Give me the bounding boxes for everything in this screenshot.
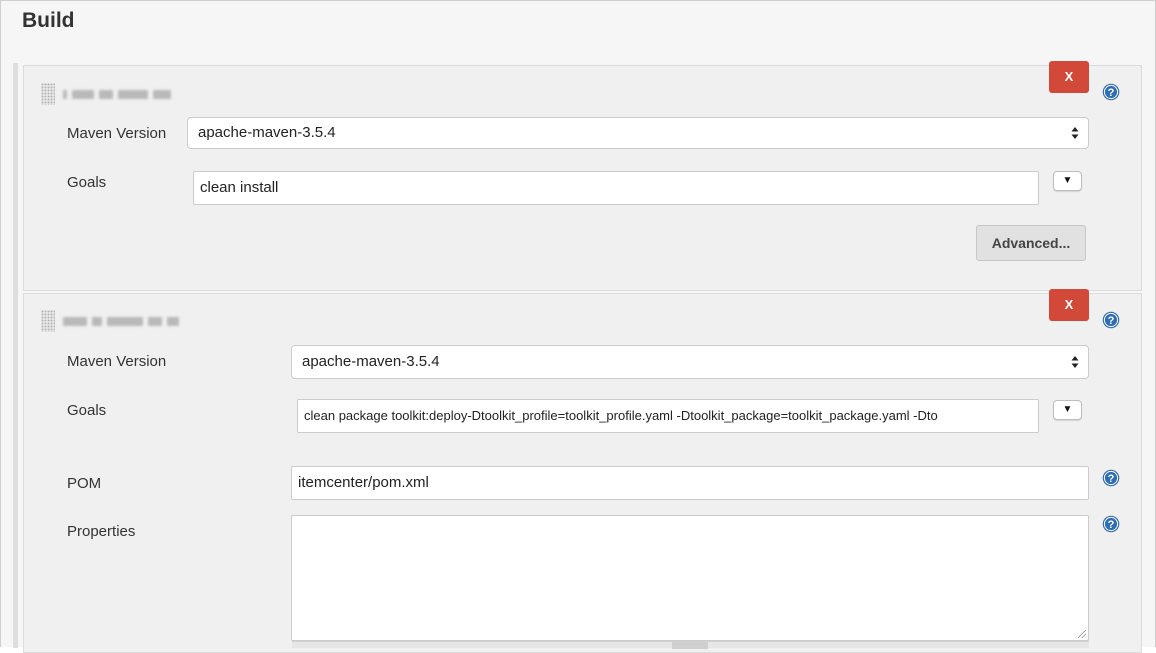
- maven-version-select[interactable]: apache-maven-3.5.4: [187, 117, 1089, 149]
- resize-grip-icon[interactable]: [1078, 630, 1086, 638]
- delete-step-button[interactable]: X: [1049, 289, 1089, 321]
- build-section: Build X ? Maven Version apache-maven-3.5…: [0, 0, 1156, 653]
- help-icon[interactable]: ?: [1102, 469, 1120, 487]
- goals-input[interactable]: clean install: [193, 171, 1039, 205]
- step-rail: [13, 63, 18, 648]
- step-name-blurred: [63, 317, 179, 326]
- dropdown-arrow-icon: ▼: [1062, 175, 1073, 186]
- maven-version-label: Maven Version: [67, 353, 167, 370]
- maven-version-value: apache-maven-3.5.4: [302, 353, 440, 370]
- expand-handle[interactable]: [672, 642, 708, 649]
- delete-step-button[interactable]: X: [1049, 61, 1089, 93]
- help-icon[interactable]: ?: [1102, 311, 1120, 329]
- goals-label: Goals: [67, 402, 107, 419]
- goals-expand-button[interactable]: ▼: [1053, 400, 1082, 420]
- svg-text:?: ?: [1108, 87, 1115, 99]
- goals-input[interactable]: clean package toolkit:deploy-Dtoolkit_pr…: [297, 399, 1039, 433]
- goals-expand-button[interactable]: ▼: [1053, 171, 1082, 191]
- svg-text:?: ?: [1108, 315, 1115, 327]
- properties-textarea[interactable]: [291, 515, 1089, 641]
- maven-version-label: Maven Version: [67, 125, 167, 142]
- select-arrows-icon: [1071, 356, 1079, 368]
- select-arrows-icon: [1071, 127, 1079, 139]
- help-icon[interactable]: ?: [1102, 83, 1120, 101]
- drag-handle-icon[interactable]: [41, 310, 55, 332]
- drag-handle-icon[interactable]: [41, 83, 55, 105]
- pom-input[interactable]: itemcenter/pom.xml: [291, 466, 1089, 500]
- step-name-blurred: [63, 90, 171, 99]
- properties-label: Properties: [67, 523, 136, 540]
- svg-text:?: ?: [1108, 473, 1115, 485]
- goals-label: Goals: [67, 174, 107, 191]
- svg-text:?: ?: [1108, 519, 1115, 531]
- maven-version-value: apache-maven-3.5.4: [198, 124, 336, 141]
- maven-version-select[interactable]: apache-maven-3.5.4: [291, 345, 1089, 379]
- help-icon[interactable]: ?: [1102, 515, 1120, 533]
- pom-label: POM: [67, 475, 102, 492]
- dropdown-arrow-icon: ▼: [1062, 404, 1073, 415]
- section-title: Build: [22, 9, 75, 32]
- advanced-button[interactable]: Advanced...: [976, 225, 1086, 261]
